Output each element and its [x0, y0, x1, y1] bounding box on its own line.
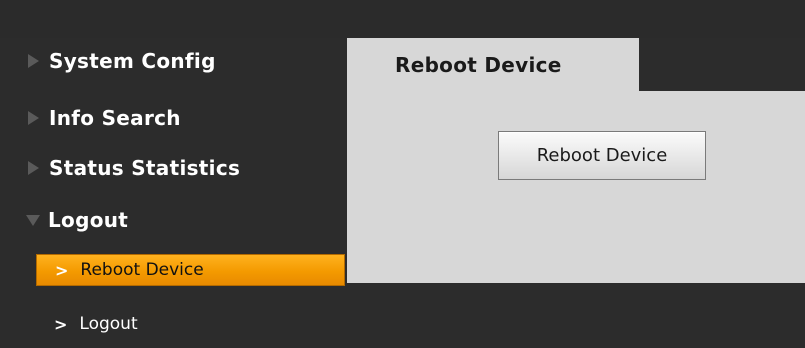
expand-triangle-icon: [28, 111, 39, 125]
submenu-item-label: Reboot Device: [80, 260, 204, 280]
content-panel: [347, 91, 805, 283]
page: System Config Info Search Status Statist…: [0, 0, 805, 348]
submenu-item-reboot-device[interactable]: > Reboot Device: [36, 254, 345, 286]
tab-label: Reboot Device: [395, 52, 562, 77]
sidebar-item-label: System Config: [49, 49, 216, 73]
top-bar: [0, 0, 805, 38]
chevron-right-icon: >: [55, 260, 69, 280]
collapse-triangle-icon: [26, 214, 40, 226]
tab-reboot-device[interactable]: Reboot Device: [347, 38, 639, 91]
submenu-item-logout[interactable]: > Logout: [36, 308, 345, 340]
expand-triangle-icon: [28, 54, 39, 68]
chevron-right-icon: >: [54, 314, 68, 334]
reboot-device-button[interactable]: Reboot Device: [498, 131, 706, 180]
sidebar-item-label: Logout: [48, 208, 129, 232]
sidebar-item-label: Status Statistics: [49, 156, 241, 180]
sidebar-item-label: Info Search: [49, 106, 181, 130]
sidebar-item-info-search[interactable]: Info Search: [0, 100, 345, 136]
sidebar-item-logout[interactable]: Logout: [0, 202, 345, 238]
sidebar: System Config Info Search Status Statist…: [0, 38, 345, 348]
sidebar-item-status-statistics[interactable]: Status Statistics: [0, 150, 345, 186]
expand-triangle-icon: [28, 161, 39, 175]
submenu-item-label: Logout: [79, 314, 138, 334]
sidebar-item-system-config[interactable]: System Config: [0, 43, 345, 79]
